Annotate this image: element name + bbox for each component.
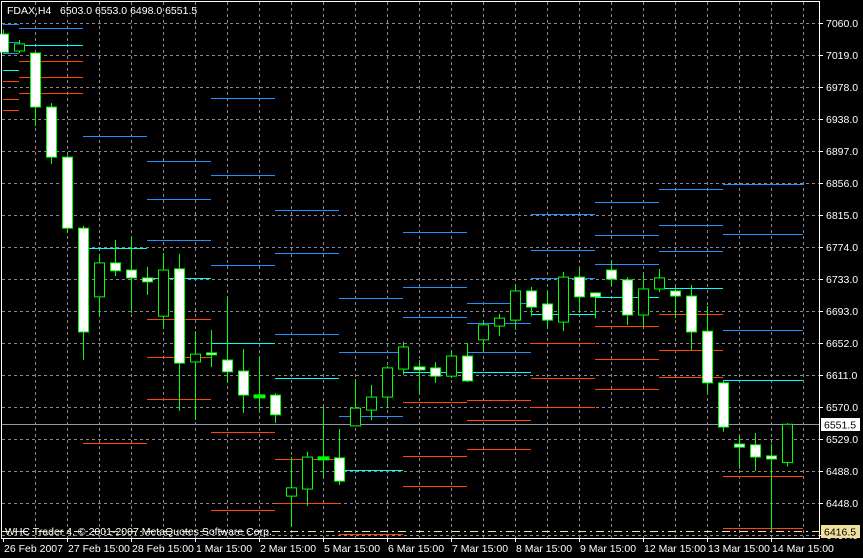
time-axis-label: 12 Mar 15:00 (644, 543, 706, 555)
time-axis-label: 8 Mar 15:00 (516, 543, 572, 555)
candle[interactable] (46, 103, 57, 164)
time-axis-label: 26 Feb 2007 (4, 543, 63, 555)
candle-body-bull (446, 355, 457, 377)
price-axis-label: 7060.0 (826, 18, 858, 30)
candle-body-bear (462, 355, 473, 382)
candle-body-bull (654, 277, 665, 290)
candle-body-doji (413, 366, 426, 371)
candle-body-bear (622, 279, 633, 316)
candle-body-bear (46, 106, 57, 158)
candle-body-bear (126, 269, 137, 279)
candle-body-bull (158, 269, 169, 317)
candle[interactable] (62, 155, 73, 233)
price-axis-label: 6938.0 (826, 114, 858, 126)
price-axis-label: 6652.0 (826, 338, 858, 350)
candle-body-bull (302, 456, 313, 490)
candle-body-bear (718, 382, 729, 428)
price-axis-label: 6529.0 (826, 434, 858, 446)
candle[interactable] (558, 271, 569, 332)
candle-body-bear (238, 370, 249, 396)
current-price-tag: 6551.5 (821, 418, 860, 432)
candle-body-bear (590, 292, 601, 298)
time-axis-label: 1 Mar 15:00 (196, 543, 252, 555)
candle-body-doji (253, 394, 266, 399)
candle-body-bull (14, 43, 25, 52)
time-axis-label: 13 Mar 15:00 (708, 543, 770, 555)
candle[interactable] (718, 380, 729, 432)
candle-body-bear (430, 367, 441, 377)
candle-body-bear (750, 444, 761, 458)
price-axis-label: 6570.0 (826, 402, 858, 414)
time-axis-label: 9 Mar 15:00 (580, 543, 636, 555)
candle-body-bull (94, 262, 105, 298)
candle-body-bear (30, 52, 41, 108)
time-axis-label: 27 Feb 15:00 (68, 543, 130, 555)
candle-body-bull (558, 276, 569, 323)
candle-body-bull (494, 317, 505, 327)
price-axis-label: 7019.0 (826, 50, 858, 62)
candle-body-bear (174, 268, 185, 364)
price-axis-label: 6611.0 (826, 370, 857, 382)
candle-body-bear (206, 352, 217, 356)
candle-body-bear (606, 269, 617, 280)
price-axis-label: 6448.0 (826, 498, 858, 510)
time-axis-label: 28 Feb 15:00 (132, 543, 194, 555)
price-axis-label: 6774.0 (826, 242, 858, 254)
candle-body-bear (62, 156, 73, 229)
candle-body-bull (382, 367, 393, 398)
candle-body-bull (782, 423, 793, 464)
candle-body-bear (78, 227, 89, 333)
candle-body-bull (478, 324, 489, 341)
candle-body-bull (366, 396, 377, 411)
alert-price-tag: 6416.5 (821, 525, 860, 539)
candle-body-bear (542, 303, 553, 321)
candle-body-bear (526, 290, 537, 308)
candle-body-bear (334, 457, 345, 482)
time-axis-label: 6 Mar 15:00 (388, 543, 444, 555)
price-axis-label: 6733.0 (826, 274, 858, 286)
price-axis-label: 6488.0 (826, 466, 858, 478)
price-axis-label: 6856.0 (826, 178, 858, 190)
time-axis-label: 2 Mar 15:00 (260, 543, 316, 555)
candle-body-bear (686, 295, 697, 333)
candle-body-bear (766, 455, 777, 460)
candle-body-bear (574, 276, 585, 298)
candle-body-bear (270, 394, 281, 416)
candle-body-bear (734, 443, 745, 448)
copyright-text: WHC Trader 4, © 2001-2007 MetaQuotes Sof… (5, 526, 272, 538)
alert-price-label: 6416.5 (824, 527, 856, 539)
time-axis-label: 7 Mar 15:00 (452, 543, 508, 555)
candle-body-bull (190, 353, 201, 363)
candle-body-bull (398, 346, 409, 370)
candle[interactable] (782, 423, 793, 467)
candle-body-bull (510, 290, 521, 321)
price-axis-label: 6978.0 (826, 82, 858, 94)
candle-body-bull (350, 407, 361, 427)
time-axis-label: 5 Mar 15:00 (324, 543, 380, 555)
candle-body-doji (317, 456, 330, 461)
price-axis-label: 6693.0 (826, 306, 858, 318)
candle-body-bear (702, 330, 713, 384)
price-axis-label: 6897.0 (826, 146, 858, 158)
candle-body-bull (638, 288, 649, 316)
time-axis-label: 14 Mar 15:00 (772, 543, 834, 555)
ohlc-readout: 6503.0 6553.0 6498.0 6551.5 (60, 5, 197, 17)
price-axis-label: 6815.0 (826, 210, 858, 222)
price-chart[interactable]: FDAX,H4 6503.0 6553.0 6498.0 6551.5 WHC … (0, 0, 863, 558)
candle-body-bull (286, 487, 297, 497)
current-price-label: 6551.5 (824, 420, 856, 432)
candle-body-bear (110, 262, 121, 272)
candle-body-bear (142, 277, 153, 283)
candle-body-bear (670, 290, 681, 297)
candle-body-bear (222, 359, 233, 373)
symbol-label: FDAX,H4 (7, 5, 52, 17)
